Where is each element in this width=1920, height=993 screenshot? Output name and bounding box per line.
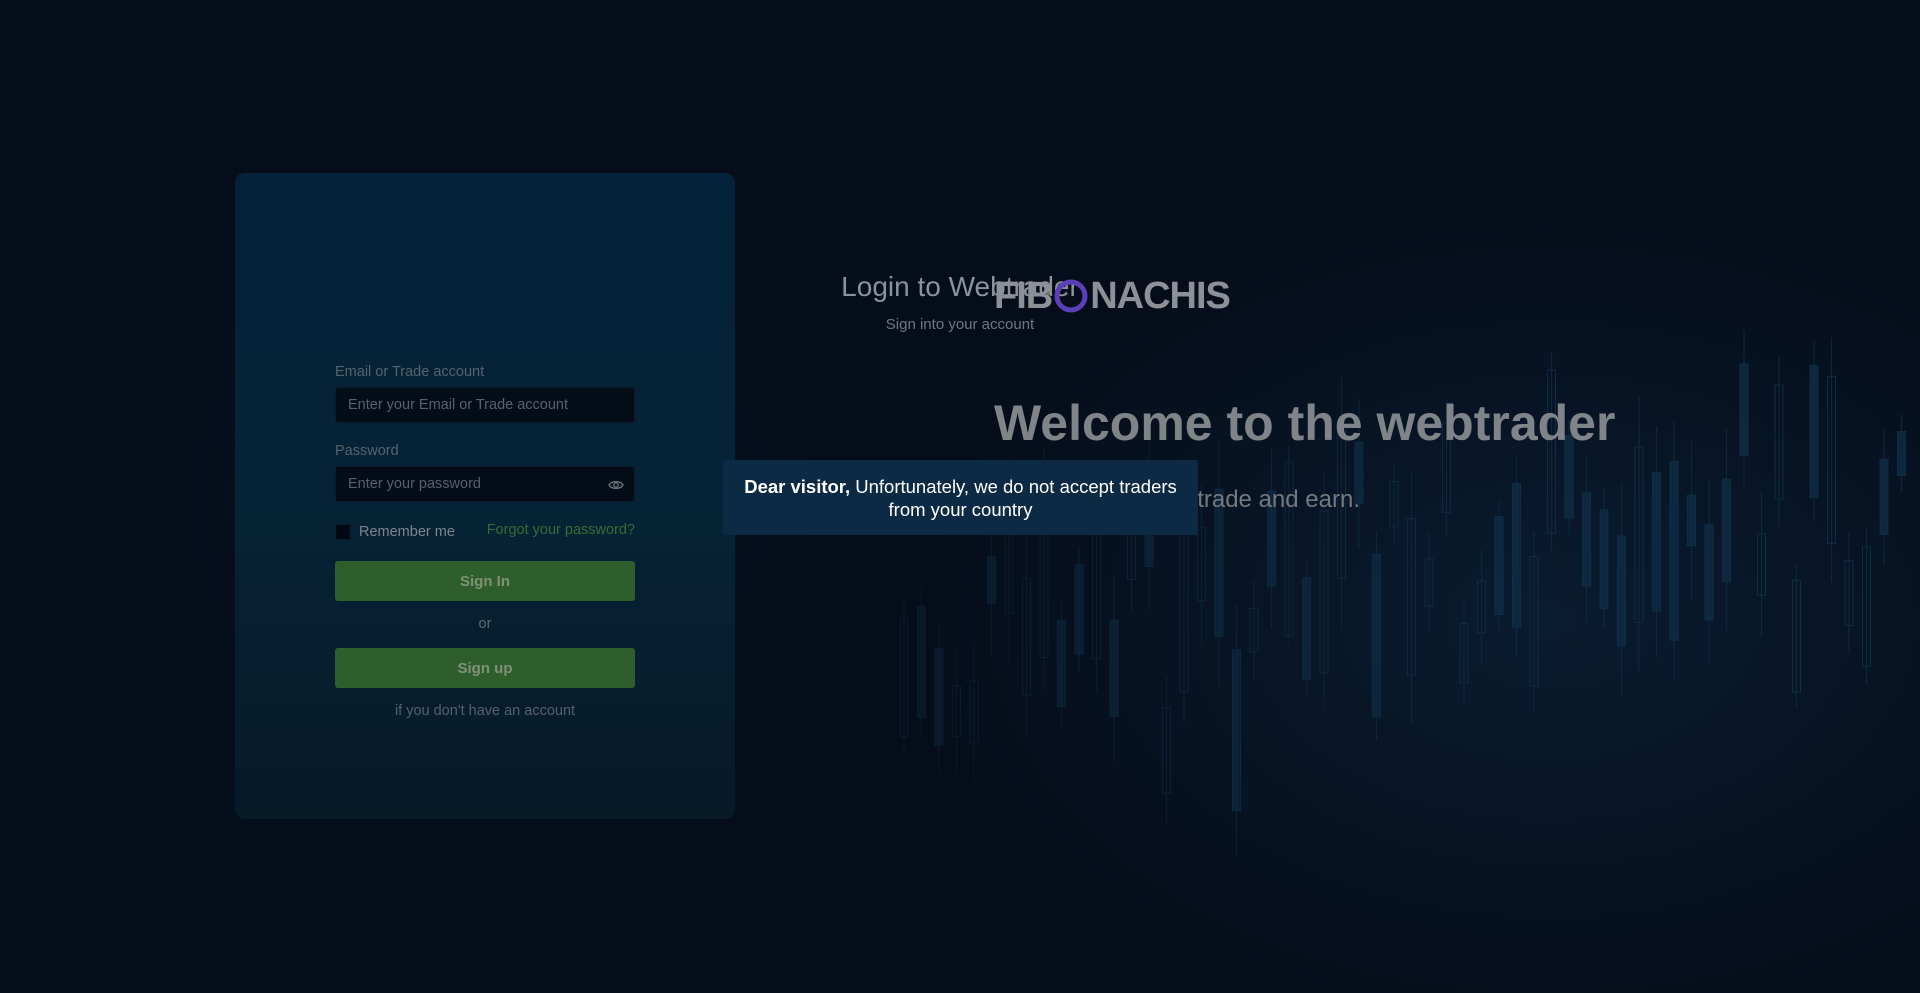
dialog-greeting: Dear visitor,	[744, 475, 851, 497]
email-input[interactable]	[336, 388, 634, 422]
email-field-wrapper	[335, 387, 635, 423]
candle-body	[1582, 492, 1591, 587]
welcome-heading: Welcome to the webtrader	[994, 395, 1616, 451]
remember-me-checkbox[interactable]	[335, 524, 351, 540]
candle-body	[1879, 458, 1889, 535]
email-label: Email or Trade account	[335, 364, 485, 380]
eye-icon[interactable]	[608, 477, 624, 493]
candle-body	[1599, 509, 1609, 610]
login-title: Login to Webtrader	[841, 271, 1079, 302]
candle-body	[1494, 515, 1504, 616]
candle-body	[1652, 472, 1661, 612]
candle-body	[987, 555, 996, 604]
candle-body	[1669, 461, 1679, 641]
login-subtitle: Sign into your account	[885, 316, 1035, 333]
logo-text-end: NACHIS	[1090, 274, 1231, 317]
logo-ring-icon	[1054, 279, 1088, 313]
candle-body	[1302, 577, 1311, 681]
candle-body	[1809, 364, 1819, 498]
forgot-password-link[interactable]: Forgot your password?	[487, 522, 635, 538]
candle-body	[1617, 535, 1626, 647]
sign-up-button[interactable]: Sign up	[335, 648, 635, 688]
dialog-text: Unfortunately, we do not accept traders …	[855, 475, 1177, 520]
no-account-hint: if you don't have an account	[394, 703, 576, 719]
password-label: Password	[335, 443, 399, 459]
candle-body	[917, 606, 926, 718]
candle-body	[1232, 649, 1241, 811]
candle-body	[1074, 564, 1084, 655]
password-field-wrapper	[335, 466, 635, 502]
dialog-message: Dear visitor, Unfortunately, we do not a…	[735, 475, 1186, 521]
candle-body	[1687, 494, 1696, 547]
remember-me-label[interactable]: Remember me	[359, 524, 455, 540]
password-input[interactable]	[336, 467, 634, 501]
candle-body	[1372, 553, 1381, 717]
country-restriction-dialog: Dear visitor, Unfortunately, we do not a…	[723, 460, 1198, 535]
candle-body	[1512, 483, 1521, 628]
candle-body	[934, 647, 944, 747]
fibonachis-logo: FIB NACHIS	[994, 274, 1231, 317]
candle-body	[1739, 363, 1749, 457]
candle-body	[1897, 431, 1906, 476]
candle-body	[1109, 619, 1119, 717]
candle-body	[1722, 478, 1731, 582]
or-divider-text: or	[478, 616, 492, 632]
logo-text-start: FIB	[994, 274, 1053, 317]
candle-body	[1057, 619, 1066, 708]
candle-body	[1704, 524, 1714, 621]
sign-in-button[interactable]: Sign In	[335, 561, 635, 601]
